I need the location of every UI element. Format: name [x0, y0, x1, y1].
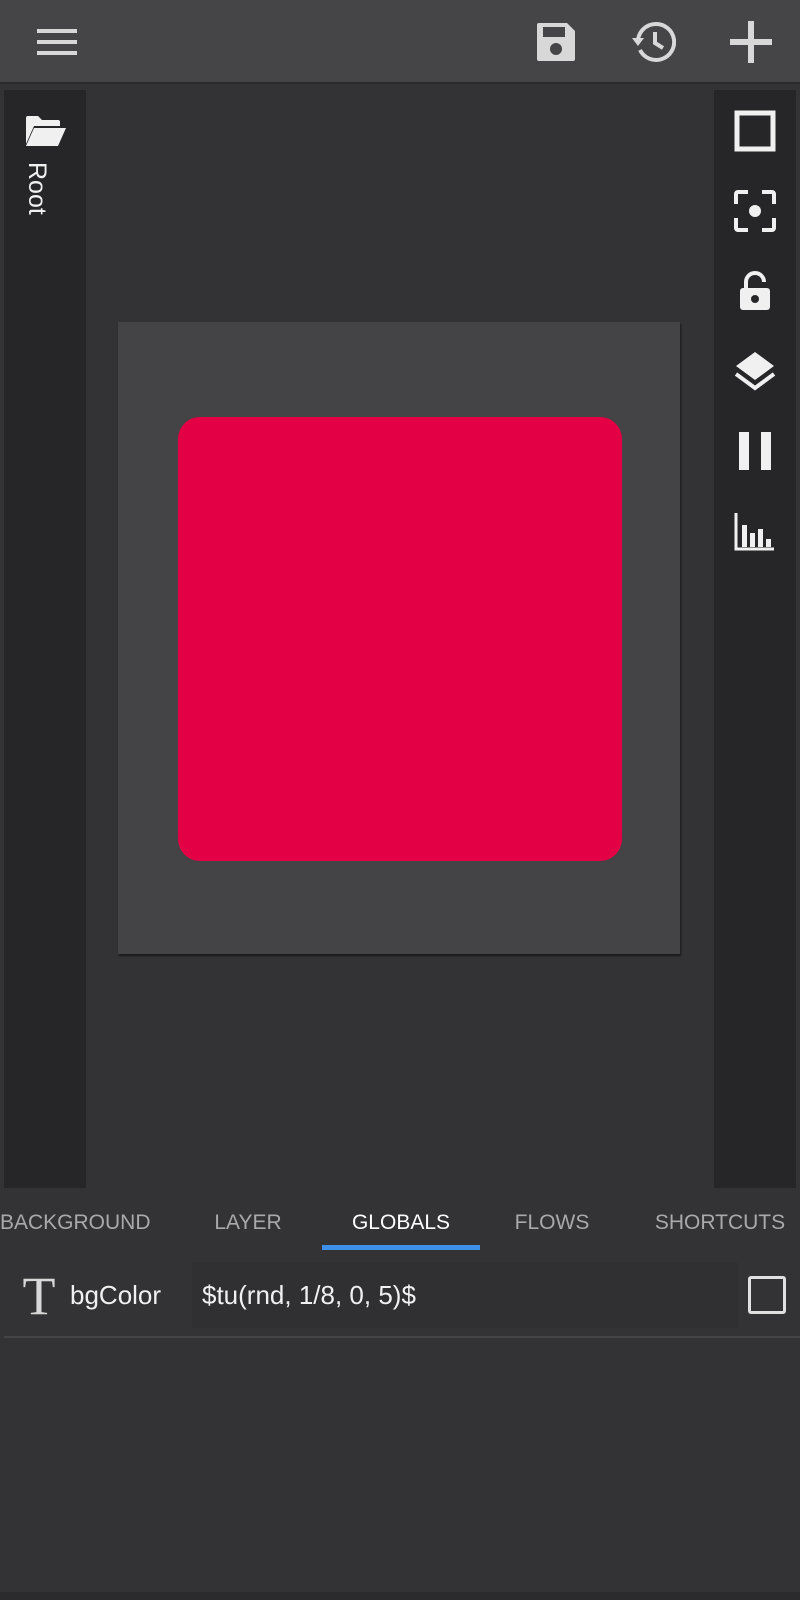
- left-layer-panel: [4, 90, 86, 1188]
- square-outline-icon[interactable]: [730, 106, 780, 156]
- bottom-edge: [0, 1592, 800, 1600]
- top-toolbar: [0, 0, 800, 84]
- variable-value-field[interactable]: [192, 1262, 738, 1328]
- plus-icon[interactable]: [723, 14, 779, 70]
- rounded-rectangle-shape[interactable]: [178, 417, 622, 861]
- tab-background[interactable]: BACKGROUND: [0, 1188, 151, 1252]
- layers-icon[interactable]: [730, 346, 780, 396]
- right-tool-panel: [714, 90, 796, 1188]
- variable-checkbox[interactable]: [748, 1276, 786, 1314]
- root-folder-label[interactable]: Root: [22, 162, 51, 215]
- active-tab-indicator: [322, 1245, 480, 1250]
- tab-shortcuts[interactable]: SHORTCUTS: [650, 1188, 790, 1252]
- folder-open-icon[interactable]: [24, 114, 66, 148]
- tab-flows[interactable]: FLOWS: [502, 1188, 602, 1252]
- editor-tabs: BACKGROUND LAYER GLOBALS FLOWS SHORTCUTS: [0, 1188, 800, 1252]
- preview-canvas[interactable]: [118, 322, 680, 954]
- save-disk-icon[interactable]: [528, 14, 584, 70]
- history-icon[interactable]: [626, 14, 682, 70]
- pause-icon[interactable]: [730, 426, 780, 476]
- global-variable-row: T bgColor: [4, 1256, 800, 1338]
- tab-layer[interactable]: LAYER: [196, 1188, 300, 1252]
- hamburger-menu-icon[interactable]: [29, 14, 85, 70]
- tab-globals[interactable]: GLOBALS: [322, 1188, 480, 1252]
- text-type-icon[interactable]: T: [16, 1269, 62, 1323]
- variable-name[interactable]: bgColor: [70, 1280, 161, 1311]
- statistics-icon[interactable]: [730, 506, 780, 556]
- center-focus-icon[interactable]: [730, 186, 780, 236]
- lock-icon[interactable]: [730, 266, 780, 316]
